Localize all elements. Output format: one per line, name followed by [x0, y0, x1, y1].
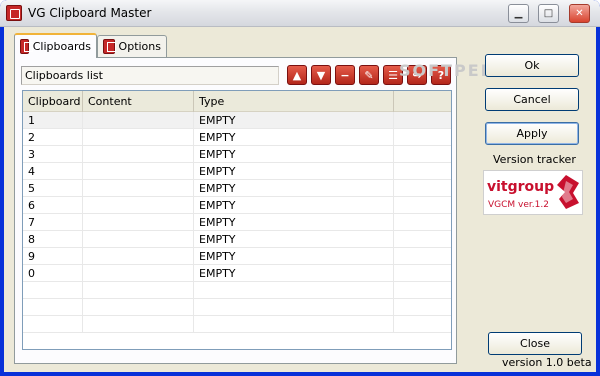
close-button[interactable]: Close [488, 332, 582, 355]
cell-type: EMPTY [194, 197, 394, 214]
cell-type: EMPTY [194, 265, 394, 282]
cell-type [194, 299, 394, 316]
cell-content [83, 231, 194, 248]
cell-content [83, 180, 194, 197]
vitgroup-logo[interactable]: vitgroup VGCM ver.1.2 [483, 170, 583, 215]
cell-clipboard: 8 [23, 231, 83, 248]
tab-label: Options [118, 40, 161, 53]
cell-type: EMPTY [194, 112, 394, 129]
cell-content [83, 214, 194, 231]
table-row[interactable]: 5 EMPTY [23, 180, 451, 197]
ok-button[interactable]: Ok [485, 54, 579, 77]
cell-clipboard [23, 316, 83, 333]
cell-content [83, 112, 194, 129]
tab-options[interactable]: Options [97, 35, 167, 57]
app-icon[interactable] [6, 5, 22, 21]
apply-button[interactable]: Apply [485, 122, 579, 145]
cell-type: EMPTY [194, 214, 394, 231]
client-area: Clipboards Options Clipboards list ▲ ▼ −… [4, 27, 596, 372]
table-header: Clipboard Content Type [23, 91, 451, 112]
cell-clipboard: 0 [23, 265, 83, 282]
application-window: VG Clipboard Master ▁ □ ✕ Clipboards Opt… [0, 0, 600, 376]
table-row[interactable]: 7 EMPTY [23, 214, 451, 231]
version-tracker-label: Version tracker [493, 153, 576, 166]
cell-content [83, 146, 194, 163]
logo-text: vitgroup [487, 179, 555, 195]
cell-type: EMPTY [194, 231, 394, 248]
window-title: VG Clipboard Master [28, 6, 152, 20]
cell-clipboard: 2 [23, 129, 83, 146]
table-row-empty [23, 316, 451, 333]
table-row[interactable]: 2 EMPTY [23, 129, 451, 146]
table-row[interactable]: 8 EMPTY [23, 231, 451, 248]
version-label: version 1.0 beta [502, 356, 592, 369]
cell-type: EMPTY [194, 163, 394, 180]
cell-clipboard: 4 [23, 163, 83, 180]
cell-clipboard [23, 282, 83, 299]
tab-clipboards[interactable]: Clipboards [14, 33, 97, 58]
table-row-empty [23, 299, 451, 316]
clipboards-panel: Clipboards list ▲ ▼ − ✎ ☰ ↪ ? Clipboard … [14, 57, 457, 364]
cell-type: EMPTY [194, 146, 394, 163]
clipboards-list-caption: Clipboards list [21, 66, 279, 85]
cell-clipboard: 3 [23, 146, 83, 163]
cell-clipboard: 9 [23, 248, 83, 265]
tab-label: Clipboards [32, 40, 91, 53]
cell-clipboard: 1 [23, 112, 83, 129]
remove-icon[interactable]: − [335, 65, 355, 85]
cell-content [83, 299, 194, 316]
cell-clipboard: 7 [23, 214, 83, 231]
cell-content [83, 129, 194, 146]
column-header-type[interactable]: Type [194, 91, 394, 112]
cell-content [83, 248, 194, 265]
move-up-icon[interactable]: ▲ [287, 65, 307, 85]
table-row[interactable]: 9 EMPTY [23, 248, 451, 265]
options-icon [103, 39, 116, 54]
edit-icon[interactable]: ✎ [359, 65, 379, 85]
cell-type [194, 282, 394, 299]
table-row[interactable]: 0 EMPTY [23, 265, 451, 282]
cell-type [194, 316, 394, 333]
cell-type: EMPTY [194, 180, 394, 197]
cell-content [83, 163, 194, 180]
column-header-clipboard[interactable]: Clipboard [23, 91, 83, 112]
cell-clipboard: 6 [23, 197, 83, 214]
table-row[interactable]: 4 EMPTY [23, 163, 451, 180]
title-bar[interactable]: VG Clipboard Master ▁ □ ✕ [0, 0, 600, 27]
cancel-button[interactable]: Cancel [485, 88, 579, 111]
move-down-icon[interactable]: ▼ [311, 65, 331, 85]
close-icon[interactable]: ✕ [569, 4, 590, 23]
table-row[interactable]: 6 EMPTY [23, 197, 451, 214]
column-header-content[interactable]: Content [83, 91, 194, 112]
table-row[interactable]: 3 EMPTY [23, 146, 451, 163]
vitgroup-mark-icon [557, 175, 579, 209]
cell-content [83, 197, 194, 214]
cell-content [83, 282, 194, 299]
table-row-empty [23, 282, 451, 299]
minimize-icon[interactable]: ▁ [508, 4, 529, 23]
maximize-icon[interactable]: □ [538, 4, 559, 23]
clipboard-icon [20, 39, 33, 54]
cell-content [83, 265, 194, 282]
cell-clipboard [23, 299, 83, 316]
cell-type: EMPTY [194, 129, 394, 146]
cell-content [83, 316, 194, 333]
table-row[interactable]: 1 EMPTY [23, 112, 451, 129]
cell-clipboard: 5 [23, 180, 83, 197]
cell-type: EMPTY [194, 248, 394, 265]
clipboards-table: Clipboard Content Type 1 EMPTY 2 EMPTY 3 [22, 90, 452, 350]
logo-version: VGCM ver.1.2 [488, 200, 549, 210]
